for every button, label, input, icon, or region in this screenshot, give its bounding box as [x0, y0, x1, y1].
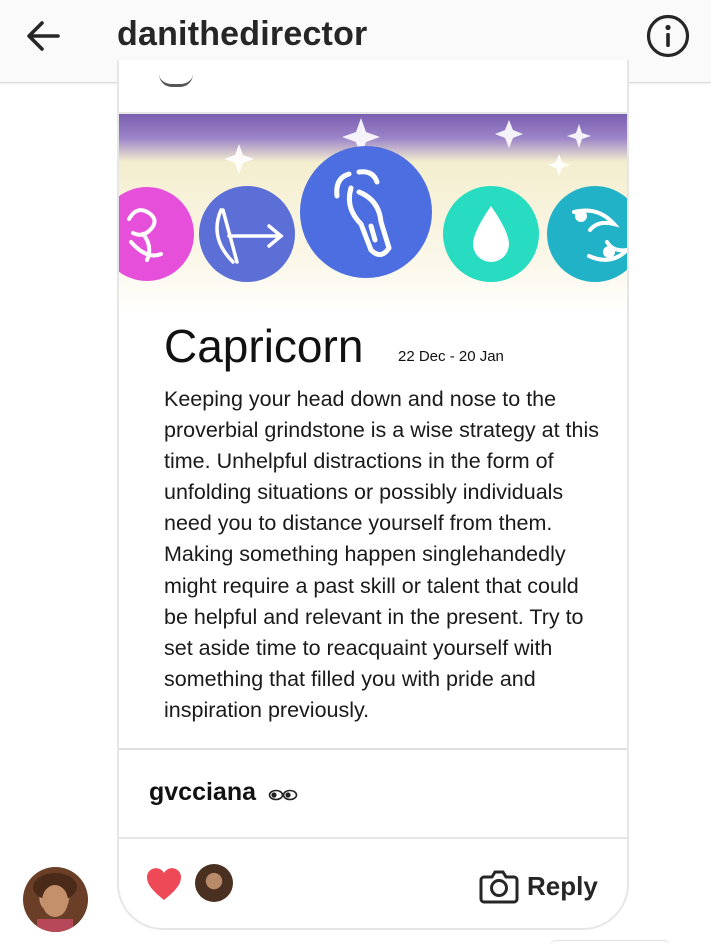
reactor-avatar[interactable]	[195, 864, 233, 902]
post-author-name[interactable]: gvcciana	[149, 778, 256, 806]
divider	[119, 837, 627, 839]
sagittarius-icon	[199, 186, 295, 282]
input-bar-edge	[550, 940, 670, 947]
camera-icon	[479, 870, 519, 904]
sender-avatar[interactable]	[23, 867, 88, 932]
avatar-image	[33, 873, 77, 932]
horoscope-text: Keeping your head down and nose to the p…	[164, 387, 599, 722]
chat-title[interactable]: danithedirector	[117, 15, 367, 54]
zodiac-banner	[119, 114, 627, 314]
reply-button[interactable]: Reply	[479, 866, 598, 906]
capricorn-icon	[300, 146, 432, 278]
arrow-left-icon	[27, 21, 60, 51]
info-button[interactable]	[645, 13, 691, 59]
sign-title: Capricorn	[164, 320, 364, 372]
shared-post-message[interactable]: Capricorn 22 Dec - 20 Jan Keeping your h…	[117, 60, 629, 930]
heart-icon	[147, 868, 181, 900]
post-author-row[interactable]: gvcciana	[149, 778, 298, 814]
reply-label: Reply	[527, 870, 598, 901]
divider	[119, 748, 627, 750]
back-button[interactable]	[22, 14, 66, 58]
aquarius-icon	[443, 186, 539, 282]
like-reaction-button[interactable]	[145, 866, 183, 902]
info-icon	[646, 14, 690, 58]
sign-dates: 22 Dec - 20 Jan	[398, 348, 504, 365]
previous-message-edge	[159, 74, 193, 87]
eyes-emoji-icon	[268, 789, 298, 806]
shared-horoscope-image[interactable]: Capricorn 22 Dec - 20 Jan Keeping your h…	[119, 114, 627, 750]
